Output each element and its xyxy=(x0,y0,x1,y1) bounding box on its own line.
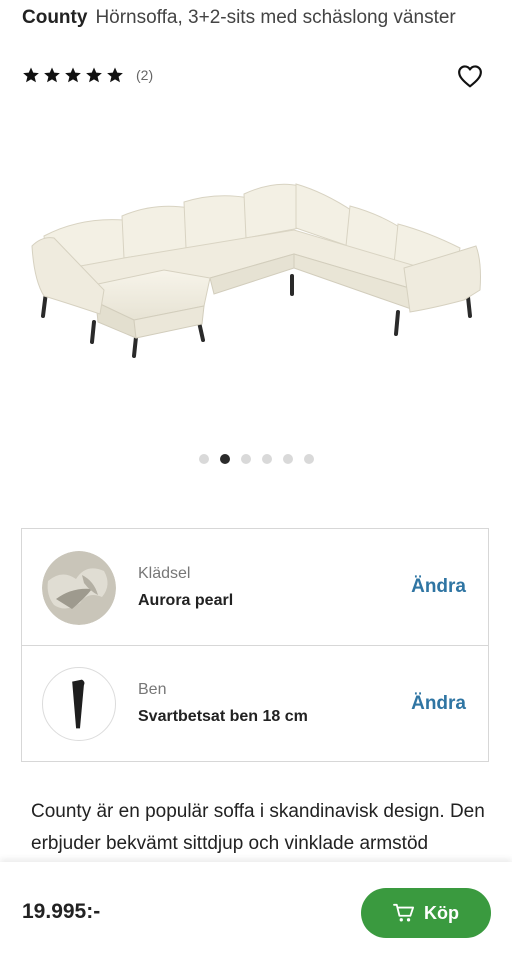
option-upholstery[interactable]: Klädsel Aurora pearl Ändra xyxy=(22,529,488,646)
product-options: Klädsel Aurora pearl Ändra Ben Svartbets… xyxy=(21,528,489,762)
change-legs-button[interactable]: Ändra xyxy=(411,693,466,715)
option-legs[interactable]: Ben Svartbetsat ben 18 cm Ändra xyxy=(22,646,488,762)
change-upholstery-button[interactable]: Ändra xyxy=(411,576,466,598)
carousel-dot[interactable] xyxy=(240,454,251,464)
carousel-dot[interactable] xyxy=(303,454,314,464)
rating[interactable]: (2) xyxy=(22,64,153,86)
option-value: Svartbetsat ben 18 cm xyxy=(138,708,308,725)
star-icon xyxy=(86,67,102,83)
carousel-dot-active[interactable] xyxy=(219,454,230,464)
product-image[interactable] xyxy=(24,172,488,368)
price: 19.995:- xyxy=(22,900,101,923)
leg-thumbnail xyxy=(42,667,116,741)
carousel-dot[interactable] xyxy=(198,454,209,464)
option-label: Klädsel xyxy=(138,565,191,582)
cart-icon xyxy=(393,903,414,922)
option-value: Aurora pearl xyxy=(138,592,234,609)
purchase-bar: 19.995:- Köp xyxy=(0,862,512,960)
product-name: Hörnsoffa, 3+2-sits med schäslong vänste… xyxy=(95,7,456,28)
review-count[interactable]: (2) xyxy=(136,67,153,83)
product-description: County är en populär soffa i skandinavis… xyxy=(31,801,485,854)
brand-name: County xyxy=(22,7,88,28)
star-icon xyxy=(23,67,39,83)
fabric-swatch xyxy=(42,551,116,625)
star-icon xyxy=(44,67,60,83)
star-rating xyxy=(22,66,124,84)
product-header: County Hörnsoffa, 3+2-sits med schäslong … xyxy=(22,6,492,30)
star-icon xyxy=(65,67,81,83)
heart-icon[interactable] xyxy=(457,64,483,88)
buy-button[interactable]: Köp xyxy=(361,888,491,938)
carousel-dot[interactable] xyxy=(282,454,293,464)
option-label: Ben xyxy=(138,681,167,698)
carousel-dots xyxy=(0,454,512,464)
star-icon xyxy=(107,67,123,83)
carousel-dot[interactable] xyxy=(261,454,272,464)
buy-button-label: Köp xyxy=(424,902,459,923)
